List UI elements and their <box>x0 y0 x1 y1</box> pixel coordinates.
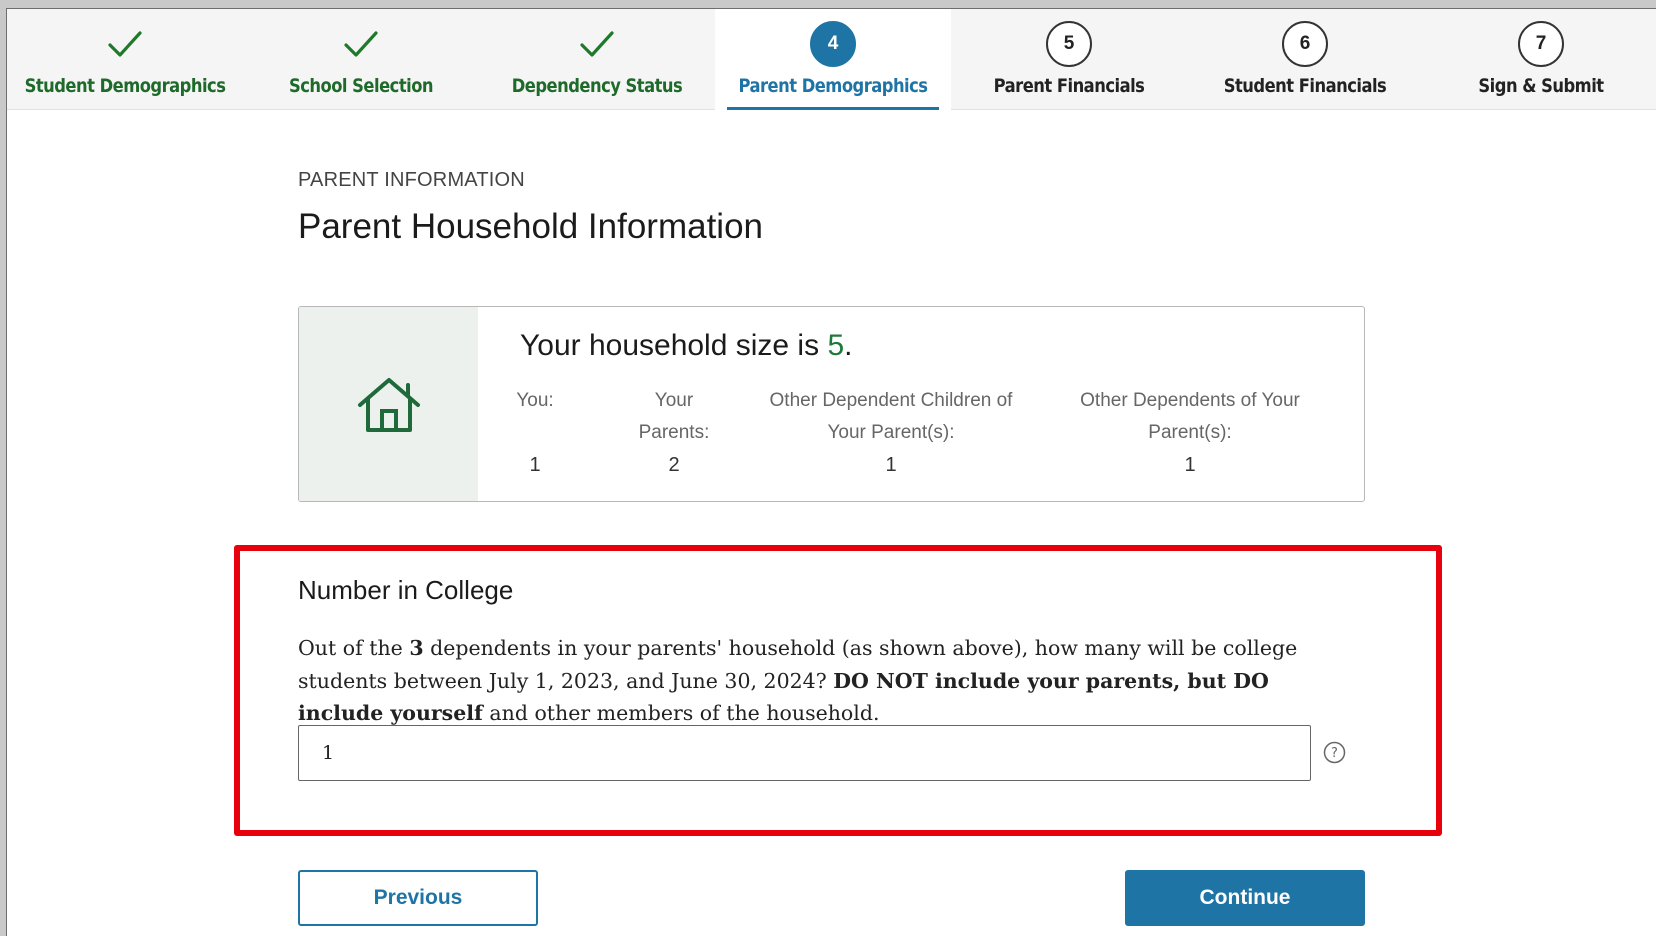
step-number-badge: 4 <box>810 21 856 67</box>
step-student-financials[interactable]: 6 Student Financials <box>1187 9 1423 110</box>
step-label: Dependency Status <box>511 75 683 97</box>
step-dependency-status[interactable]: Dependency Status <box>479 9 715 110</box>
check-icon <box>338 21 384 67</box>
question-circle-icon[interactable]: ? <box>1323 741 1346 764</box>
col-label: Other Dependents of Your <box>1080 390 1300 411</box>
col-value: 1 <box>885 454 897 476</box>
check-icon <box>102 21 148 67</box>
question-text-part: and other members of the household. <box>482 701 880 725</box>
number-in-college-input[interactable] <box>298 725 1311 781</box>
check-icon <box>574 21 620 67</box>
step-sign-submit[interactable]: 7 Sign & Submit <box>1423 9 1656 110</box>
previous-button[interactable]: Previous <box>298 870 538 926</box>
house-icon <box>299 307 478 501</box>
col-value: 2 <box>668 454 680 476</box>
question-title: Number in College <box>298 575 514 605</box>
col-label-line2: Your Parent(s): <box>827 422 955 443</box>
col-label: Your <box>654 390 694 411</box>
household-col-parents: Your Parents: 2 <box>629 385 719 481</box>
step-label: Parent Demographics <box>738 75 928 97</box>
col-value: 1 <box>1184 454 1196 476</box>
step-label: School Selection <box>288 75 434 97</box>
household-size-heading: Your household size is 5. <box>520 329 852 363</box>
step-student-demographics[interactable]: Student Demographics <box>7 9 243 110</box>
household-col-other-dependents: Other Dependents of Your Parent(s): 1 <box>1061 385 1319 481</box>
household-size-prefix: Your household size is <box>520 329 828 362</box>
step-label: Student Financials <box>1223 75 1387 97</box>
household-size-value: 5 <box>827 329 845 362</box>
page-title: Parent Household Information <box>298 207 763 246</box>
col-value: 1 <box>529 454 541 476</box>
step-parent-financials[interactable]: 5 Parent Financials <box>951 9 1187 110</box>
step-label: Parent Financials <box>993 75 1145 97</box>
step-parent-demographics[interactable]: 4 Parent Demographics <box>715 9 951 110</box>
continue-button[interactable]: Continue <box>1125 870 1365 926</box>
col-label-line2: Parents: <box>638 422 710 443</box>
household-col-you: You: 1 <box>505 385 565 481</box>
household-summary-card: Your household size is 5. You: 1 Your Pa… <box>298 306 1365 502</box>
svg-text:?: ? <box>1331 746 1338 761</box>
step-school-selection[interactable]: School Selection <box>243 9 479 110</box>
step-label: Sign & Submit <box>1478 75 1604 97</box>
progress-stepper: Student Demographics School Selection De… <box>7 9 1656 110</box>
question-text: Out of the 3 dependents in your parents'… <box>298 632 1358 730</box>
household-size-suffix: . <box>844 329 853 362</box>
step-number-badge: 7 <box>1518 21 1564 67</box>
step-number-badge: 6 <box>1282 21 1328 67</box>
step-label: Student Demographics <box>24 75 226 97</box>
question-text-count: 3 <box>409 636 424 660</box>
active-step-underline <box>727 107 939 110</box>
app-window: Student Demographics School Selection De… <box>6 8 1656 936</box>
col-label-line2 <box>505 417 565 449</box>
question-text-part: Out of the <box>298 636 410 660</box>
step-number-badge: 5 <box>1046 21 1092 67</box>
section-eyebrow: PARENT INFORMATION <box>298 169 525 191</box>
col-label: You: <box>516 390 554 411</box>
col-label: Other Dependent Children of <box>769 390 1013 411</box>
household-col-other-children: Other Dependent Children of Your Parent(… <box>761 385 1021 481</box>
col-label-line2: Parent(s): <box>1148 422 1232 443</box>
